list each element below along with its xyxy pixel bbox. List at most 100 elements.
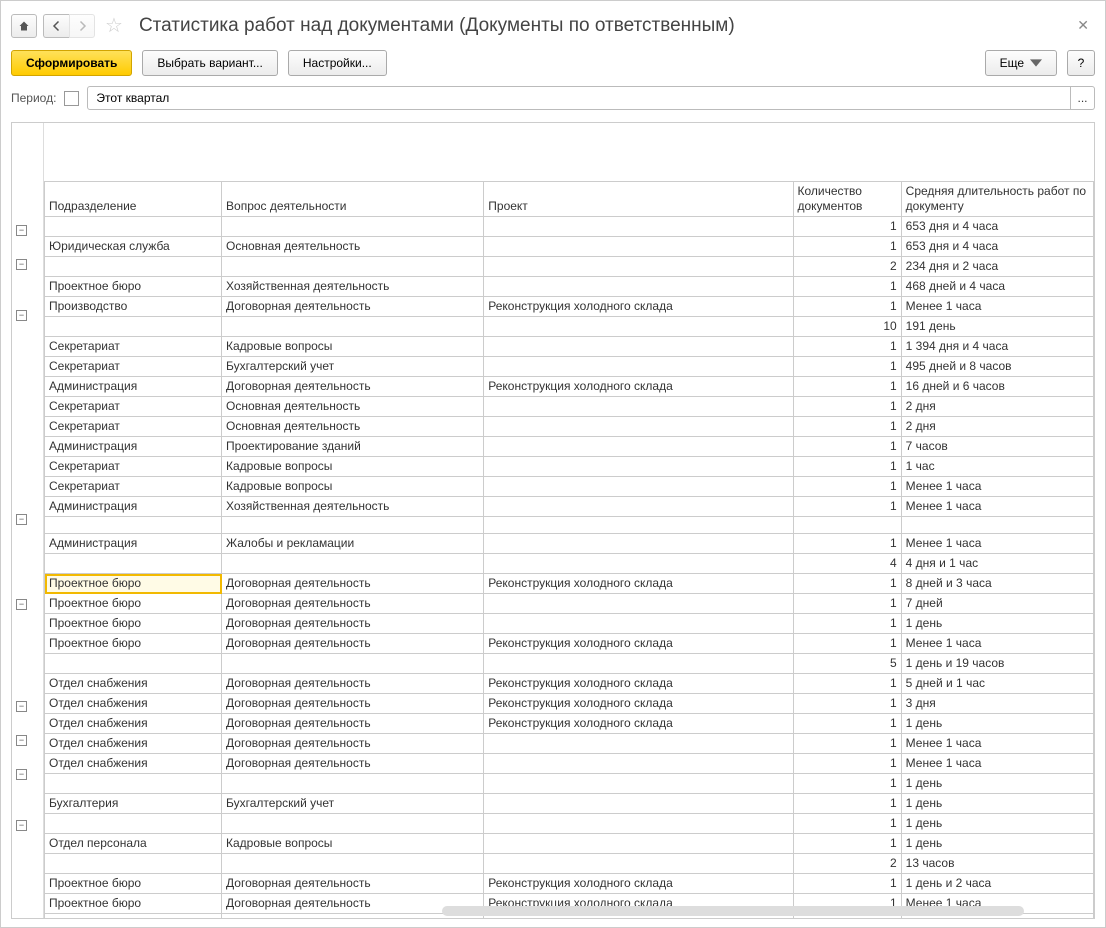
cell-dept xyxy=(45,814,222,834)
cell-activity xyxy=(222,654,484,674)
tree-collapse-icon[interactable]: − xyxy=(16,514,27,525)
table-row[interactable]: Отдел снабженияДоговорная деятельностьРе… xyxy=(45,694,1094,714)
table-row[interactable]: СекретариатОсновная деятельность12 дня xyxy=(45,397,1094,417)
table-row[interactable]: АдминистрацияДоговорная деятельностьРеко… xyxy=(45,377,1094,397)
table-row[interactable]: Проектное бюроДоговорная деятельностьРек… xyxy=(45,874,1094,894)
cell-project xyxy=(484,417,793,437)
cell-project xyxy=(484,257,793,277)
table-row[interactable]: БухгалтерияБухгалтерский учет11 день xyxy=(45,794,1094,814)
table-row[interactable]: Отдел снабженияДоговорная деятельность1М… xyxy=(45,754,1094,774)
table-row[interactable]: Отдел снабженияДоговорная деятельность1М… xyxy=(45,734,1094,754)
table-row[interactable]: Проектное бюроДоговорная деятельность11 … xyxy=(45,614,1094,634)
col-dept: Подразделение xyxy=(49,199,136,213)
tree-collapse-icon[interactable]: − xyxy=(16,225,27,236)
cell-activity: Хозяйственная деятельность xyxy=(222,277,484,297)
cell-count: 1 xyxy=(793,734,901,754)
cell-activity: Проектирование зданий xyxy=(222,437,484,457)
cell-dept: Администрация xyxy=(45,437,222,457)
cell-avg: 5 дней и 1 час xyxy=(901,674,1093,694)
table-row[interactable]: СекретариатКадровые вопросы11 394 дня и … xyxy=(45,337,1094,357)
cell-project xyxy=(484,437,793,457)
home-button[interactable] xyxy=(11,14,37,38)
cell-avg: Менее 1 часа xyxy=(901,534,1093,554)
table-row[interactable]: СекретариатБухгалтерский учет1495 дней и… xyxy=(45,357,1094,377)
cell-dept xyxy=(45,517,222,534)
table-row[interactable]: Проектное бюроХозяйственная деятельность… xyxy=(45,277,1094,297)
tree-collapse-icon[interactable]: − xyxy=(16,735,27,746)
cell-project xyxy=(484,497,793,517)
tree-collapse-icon[interactable]: − xyxy=(16,769,27,780)
table-row[interactable]: Отдел персоналаКадровые вопросы11 день xyxy=(45,834,1094,854)
cell-dept: Проектное бюро xyxy=(45,614,222,634)
cell-activity xyxy=(222,854,484,874)
table-row[interactable]: 213 часов xyxy=(45,854,1094,874)
cell-activity: Жалобы и рекламации xyxy=(222,534,484,554)
table-row[interactable]: Юридическая службаОсновная деятельность1… xyxy=(45,237,1094,257)
cell-avg: 495 дней и 8 часов xyxy=(901,357,1093,377)
generate-button[interactable]: Сформировать xyxy=(11,50,132,76)
report-content[interactable]: Подразделение Вопрос деятельности Проект… xyxy=(44,123,1094,918)
cell-dept: Проектное бюро xyxy=(45,894,222,914)
header-space xyxy=(44,123,1094,181)
cell-count: 1 xyxy=(793,297,901,317)
cell-dept: Отдел снабжения xyxy=(45,754,222,774)
forward-button[interactable] xyxy=(69,14,95,38)
cell-activity: Кадровые вопросы xyxy=(222,457,484,477)
table-row[interactable]: 11 день xyxy=(45,814,1094,834)
tree-collapse-icon[interactable]: − xyxy=(16,599,27,610)
cell-project xyxy=(484,217,793,237)
table-row[interactable]: 11 день xyxy=(45,774,1094,794)
cell-count: 1 xyxy=(793,814,901,834)
table-row[interactable]: 1653 дня и 4 часа xyxy=(45,217,1094,237)
cell-count: 1 xyxy=(793,217,901,237)
cell-avg: 234 дня и 2 часа xyxy=(901,257,1093,277)
period-checkbox[interactable] xyxy=(64,91,79,106)
cell-avg: 191 день xyxy=(901,317,1093,337)
outline-column[interactable]: − − − − − − − − − xyxy=(12,123,44,918)
table-row[interactable]: Отдел снабженияДоговорная деятельностьРе… xyxy=(45,674,1094,694)
more-button[interactable]: Еще xyxy=(985,50,1057,76)
cell-activity: Договорная деятельность xyxy=(222,694,484,714)
table-row[interactable] xyxy=(45,517,1094,534)
horizontal-scrollbar[interactable] xyxy=(442,906,1024,916)
report-area: − − − − − − − − − Подразделение Вопрос деятельно… xyxy=(11,122,1095,919)
tree-collapse-icon[interactable]: − xyxy=(16,310,27,321)
table-row[interactable]: 51 день и 19 часов xyxy=(45,654,1094,674)
cell-avg: 1 день xyxy=(901,714,1093,734)
table-row[interactable]: СекретариатКадровые вопросы1Менее 1 часа xyxy=(45,477,1094,497)
table-row[interactable]: Проектное бюроДоговорная деятельность17 … xyxy=(45,594,1094,614)
settings-button[interactable]: Настройки... xyxy=(288,50,387,76)
cell-avg: 13 часов xyxy=(901,854,1093,874)
cell-dept: Производство xyxy=(45,297,222,317)
table-row[interactable]: Проектное бюроДоговорная деятельностьРек… xyxy=(45,574,1094,594)
period-input[interactable] xyxy=(87,86,1071,110)
table-row[interactable]: 44 дня и 1 час xyxy=(45,554,1094,574)
cell-avg: 7 часов xyxy=(901,437,1093,457)
choose-variant-button[interactable]: Выбрать вариант... xyxy=(142,50,277,76)
back-button[interactable] xyxy=(43,14,69,38)
tree-collapse-icon[interactable]: − xyxy=(16,259,27,270)
cell-count: 1 xyxy=(793,694,901,714)
table-row[interactable]: 2234 дня и 2 часа xyxy=(45,257,1094,277)
table-row[interactable]: ПроизводствоДоговорная деятельностьРекон… xyxy=(45,297,1094,317)
table-row[interactable]: АдминистрацияХозяйственная деятельность1… xyxy=(45,497,1094,517)
tree-collapse-icon[interactable]: − xyxy=(16,820,27,831)
cell-avg: 653 дня и 4 часа xyxy=(901,217,1093,237)
table-row[interactable]: АдминистрацияПроектирование зданий17 час… xyxy=(45,437,1094,457)
close-button[interactable]: ✕ xyxy=(1071,15,1095,36)
favorite-star-icon[interactable]: ☆ xyxy=(101,13,127,38)
table-row[interactable]: СекретариатКадровые вопросы11 час xyxy=(45,457,1094,477)
period-row: Период: ... xyxy=(11,86,1095,122)
period-picker-button[interactable]: ... xyxy=(1071,86,1095,110)
table-row[interactable]: АдминистрацияЖалобы и рекламации1Менее 1… xyxy=(45,534,1094,554)
table-row[interactable]: Проектное бюроДоговорная деятельностьРек… xyxy=(45,634,1094,654)
cell-dept: Секретариат xyxy=(45,337,222,357)
nav-group xyxy=(43,14,95,38)
table-row[interactable]: 10191 день xyxy=(45,317,1094,337)
table-row[interactable]: СекретариатОсновная деятельность12 дня xyxy=(45,417,1094,437)
table-row[interactable]: Отдел снабженияДоговорная деятельностьРе… xyxy=(45,714,1094,734)
cell-project xyxy=(484,457,793,477)
tree-collapse-icon[interactable]: − xyxy=(16,701,27,712)
help-button[interactable]: ? xyxy=(1067,50,1095,76)
cell-avg: 1 день и 2 часа xyxy=(901,874,1093,894)
